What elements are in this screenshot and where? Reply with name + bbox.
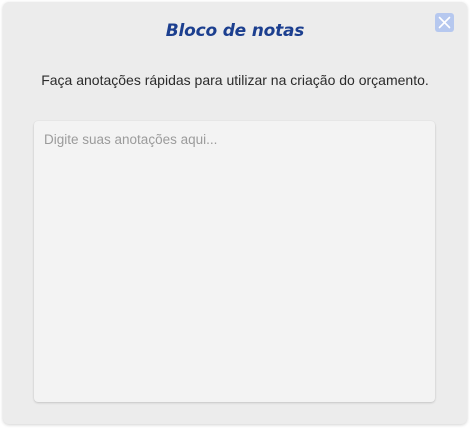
- close-button[interactable]: [435, 13, 454, 32]
- dialog-title: Bloco de notas: [165, 21, 305, 41]
- notes-textarea[interactable]: [34, 121, 435, 402]
- dialog-description: Faça anotações rápidas para utilizar na …: [41, 72, 429, 88]
- close-icon: [438, 16, 451, 29]
- notes-dialog: Bloco de notas Faça anotações rápidas pa…: [3, 2, 467, 424]
